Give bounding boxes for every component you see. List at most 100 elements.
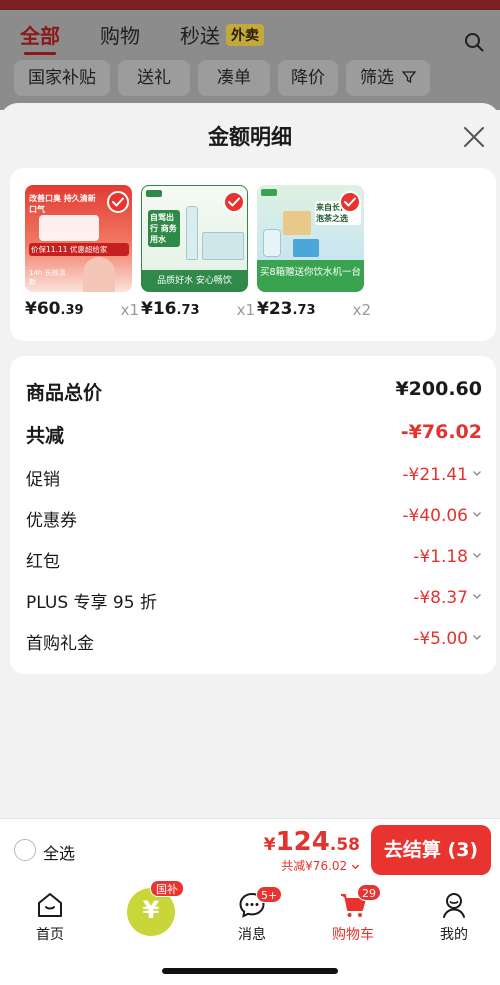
summary-row-plus-discount[interactable]: PLUS 专享 95 折 -¥8.37	[26, 585, 482, 615]
yen-symbol: ¥	[142, 896, 160, 924]
row-value: -¥1.18	[413, 547, 468, 567]
bottom-tab-bar: 首页 ¥ 国补 5+ 消息 29 购物车 我的	[0, 880, 500, 985]
chevron-down-icon	[351, 864, 360, 870]
sheet-title: 金额明细	[208, 125, 292, 149]
row-value: -¥40.06	[402, 506, 468, 526]
chevron-down-icon	[473, 635, 481, 640]
search-icon[interactable]	[464, 32, 484, 52]
product-promo-text: 品质好水 安心畅饮	[157, 276, 232, 286]
row-value-group: -¥5.00	[413, 629, 482, 649]
summary-row-total: 商品总价 ¥200.60	[26, 375, 482, 405]
filter-chips: 国家补贴 送礼 凑单 降价 筛选	[0, 60, 500, 100]
category-tabs: 全部 购物 秒送 外卖	[0, 12, 500, 56]
checkout-bar: 全选 ¥124.58 共减¥76.02 去结算 (3)	[0, 818, 500, 880]
tab-all[interactable]: 全部	[20, 20, 60, 49]
row-label: 促销	[26, 470, 60, 490]
reduction-label: 共减	[26, 425, 65, 447]
product-price: ¥16.73	[141, 299, 200, 319]
price-decimal: .73	[176, 303, 200, 318]
tab-seconds-delivery[interactable]: 秒送	[180, 20, 220, 49]
summary-row-coupon[interactable]: 优惠券 -¥40.06	[26, 503, 482, 533]
discount-text: 共减¥76.02	[281, 859, 348, 873]
dispenser-shape	[293, 239, 319, 257]
brand-logo	[146, 190, 162, 197]
row-value-group: -¥8.37	[413, 588, 482, 608]
water-bottle	[186, 206, 198, 260]
summary-row-promotion[interactable]: 促销 -¥21.41	[26, 462, 482, 492]
row-value: -¥21.41	[402, 465, 468, 485]
chevron-down-icon	[473, 512, 481, 517]
chip-national-subsidy[interactable]: 国家补贴	[14, 60, 110, 96]
box-shape	[283, 211, 311, 235]
product-quantity: x1	[236, 301, 255, 319]
tab-shopping[interactable]: 购物	[100, 20, 140, 49]
product-extra-text: 14h 长效清新	[29, 269, 66, 286]
total-value: ¥200.60	[395, 378, 482, 400]
cart-badge: 29	[357, 884, 381, 901]
home-indicator	[162, 968, 338, 974]
row-value-group: -¥1.18	[413, 547, 482, 567]
price-integer: ¥60	[25, 299, 61, 319]
summary-row-reduction: 共减 -¥76.02	[26, 418, 482, 448]
chevron-down-icon	[473, 553, 481, 558]
selected-check-icon[interactable]	[339, 191, 361, 213]
summary-row-first-purchase[interactable]: 首购礼金 -¥5.00	[26, 626, 482, 656]
products-card: 改善口臭 持久清新口气 价保11.11 优惠超给家 14h 长效清新 ¥60.3…	[10, 168, 496, 341]
price-summary-card: 商品总价 ¥200.60 共减 -¥76.02 促销 -¥21.41 优惠券 -…	[10, 356, 496, 674]
close-icon[interactable]	[462, 125, 486, 149]
water-pack	[202, 232, 244, 260]
row-value-group: -¥21.41	[402, 465, 482, 485]
chevron-down-icon	[473, 471, 481, 476]
product-thumb-text: 改善口臭 持久清新口气	[29, 194, 96, 214]
price-decimal: .39	[60, 303, 84, 318]
home-icon	[38, 893, 62, 917]
checkout-total: ¥124.58	[264, 827, 360, 857]
product-item[interactable]: 来自长白山 泡茶之选 买8箱赠送你饮水机一台 ¥23.73 x2	[257, 185, 371, 325]
total-integer: 124	[275, 827, 330, 857]
price-integer: ¥23	[257, 299, 293, 319]
product-price: ¥60.39	[25, 299, 84, 319]
selected-check-icon[interactable]	[107, 191, 129, 213]
tab-messages[interactable]: 5+ 消息	[212, 886, 292, 946]
tab-label: 首页	[36, 927, 64, 943]
tab-label: 消息	[238, 927, 266, 943]
status-strip	[0, 0, 500, 10]
subsidy-badge: 国补	[150, 880, 184, 897]
water-jug	[263, 229, 281, 257]
row-value: -¥5.00	[413, 629, 468, 649]
checkout-button[interactable]: 去结算 (3)	[371, 825, 491, 875]
price-integer: ¥16	[141, 299, 177, 319]
product-price: ¥23.73	[257, 299, 316, 319]
selected-check-icon[interactable]	[223, 191, 245, 213]
background-page: 全部 购物 秒送 外卖 国家补贴 送礼 凑单 降价 筛选	[0, 0, 500, 110]
summary-row-red-packet[interactable]: 红包 -¥1.18	[26, 544, 482, 574]
product-quantity: x2	[352, 301, 371, 319]
tab-profile[interactable]: 我的	[414, 886, 494, 946]
row-label: 首购礼金	[26, 634, 94, 654]
row-value: -¥8.37	[413, 588, 468, 608]
product-price-row: ¥60.39 x1	[25, 299, 139, 321]
select-all-checkbox[interactable]	[14, 839, 36, 861]
chip-bundle[interactable]: 凑单	[198, 60, 270, 96]
chip-filter-label: 筛选	[360, 68, 394, 88]
product-item[interactable]: 自驾出行 商务用水 品质好水 安心畅饮 ¥16.73 x1	[141, 185, 255, 325]
product-promo-text: 买8箱赠送你饮水机一台	[259, 267, 362, 278]
message-badge: 5+	[256, 886, 283, 903]
product-thumb-text: 自驾出行 商务用水	[148, 210, 180, 247]
product-item[interactable]: 改善口臭 持久清新口气 价保11.11 优惠超给家 14h 长效清新 ¥60.3…	[25, 185, 139, 325]
chip-filter[interactable]: 筛选	[346, 60, 430, 96]
select-all-label[interactable]: 全选	[43, 840, 75, 864]
chip-price-drop[interactable]: 降价	[278, 60, 338, 96]
brand-logo	[261, 189, 277, 196]
chip-gift[interactable]: 送礼	[118, 60, 190, 96]
total-decimal: .58	[329, 835, 360, 855]
sheet-header: 金额明细	[0, 103, 500, 163]
tab-home[interactable]: 首页	[10, 886, 90, 946]
person-figure	[83, 257, 115, 292]
reduction-value: -¥76.02	[400, 421, 482, 443]
tab-cart[interactable]: 29 购物车	[313, 884, 393, 946]
profile-icon	[443, 893, 465, 918]
row-label: 优惠券	[26, 511, 77, 531]
chevron-down-icon	[473, 594, 481, 599]
checkout-discount[interactable]: 共减¥76.02	[281, 857, 360, 874]
